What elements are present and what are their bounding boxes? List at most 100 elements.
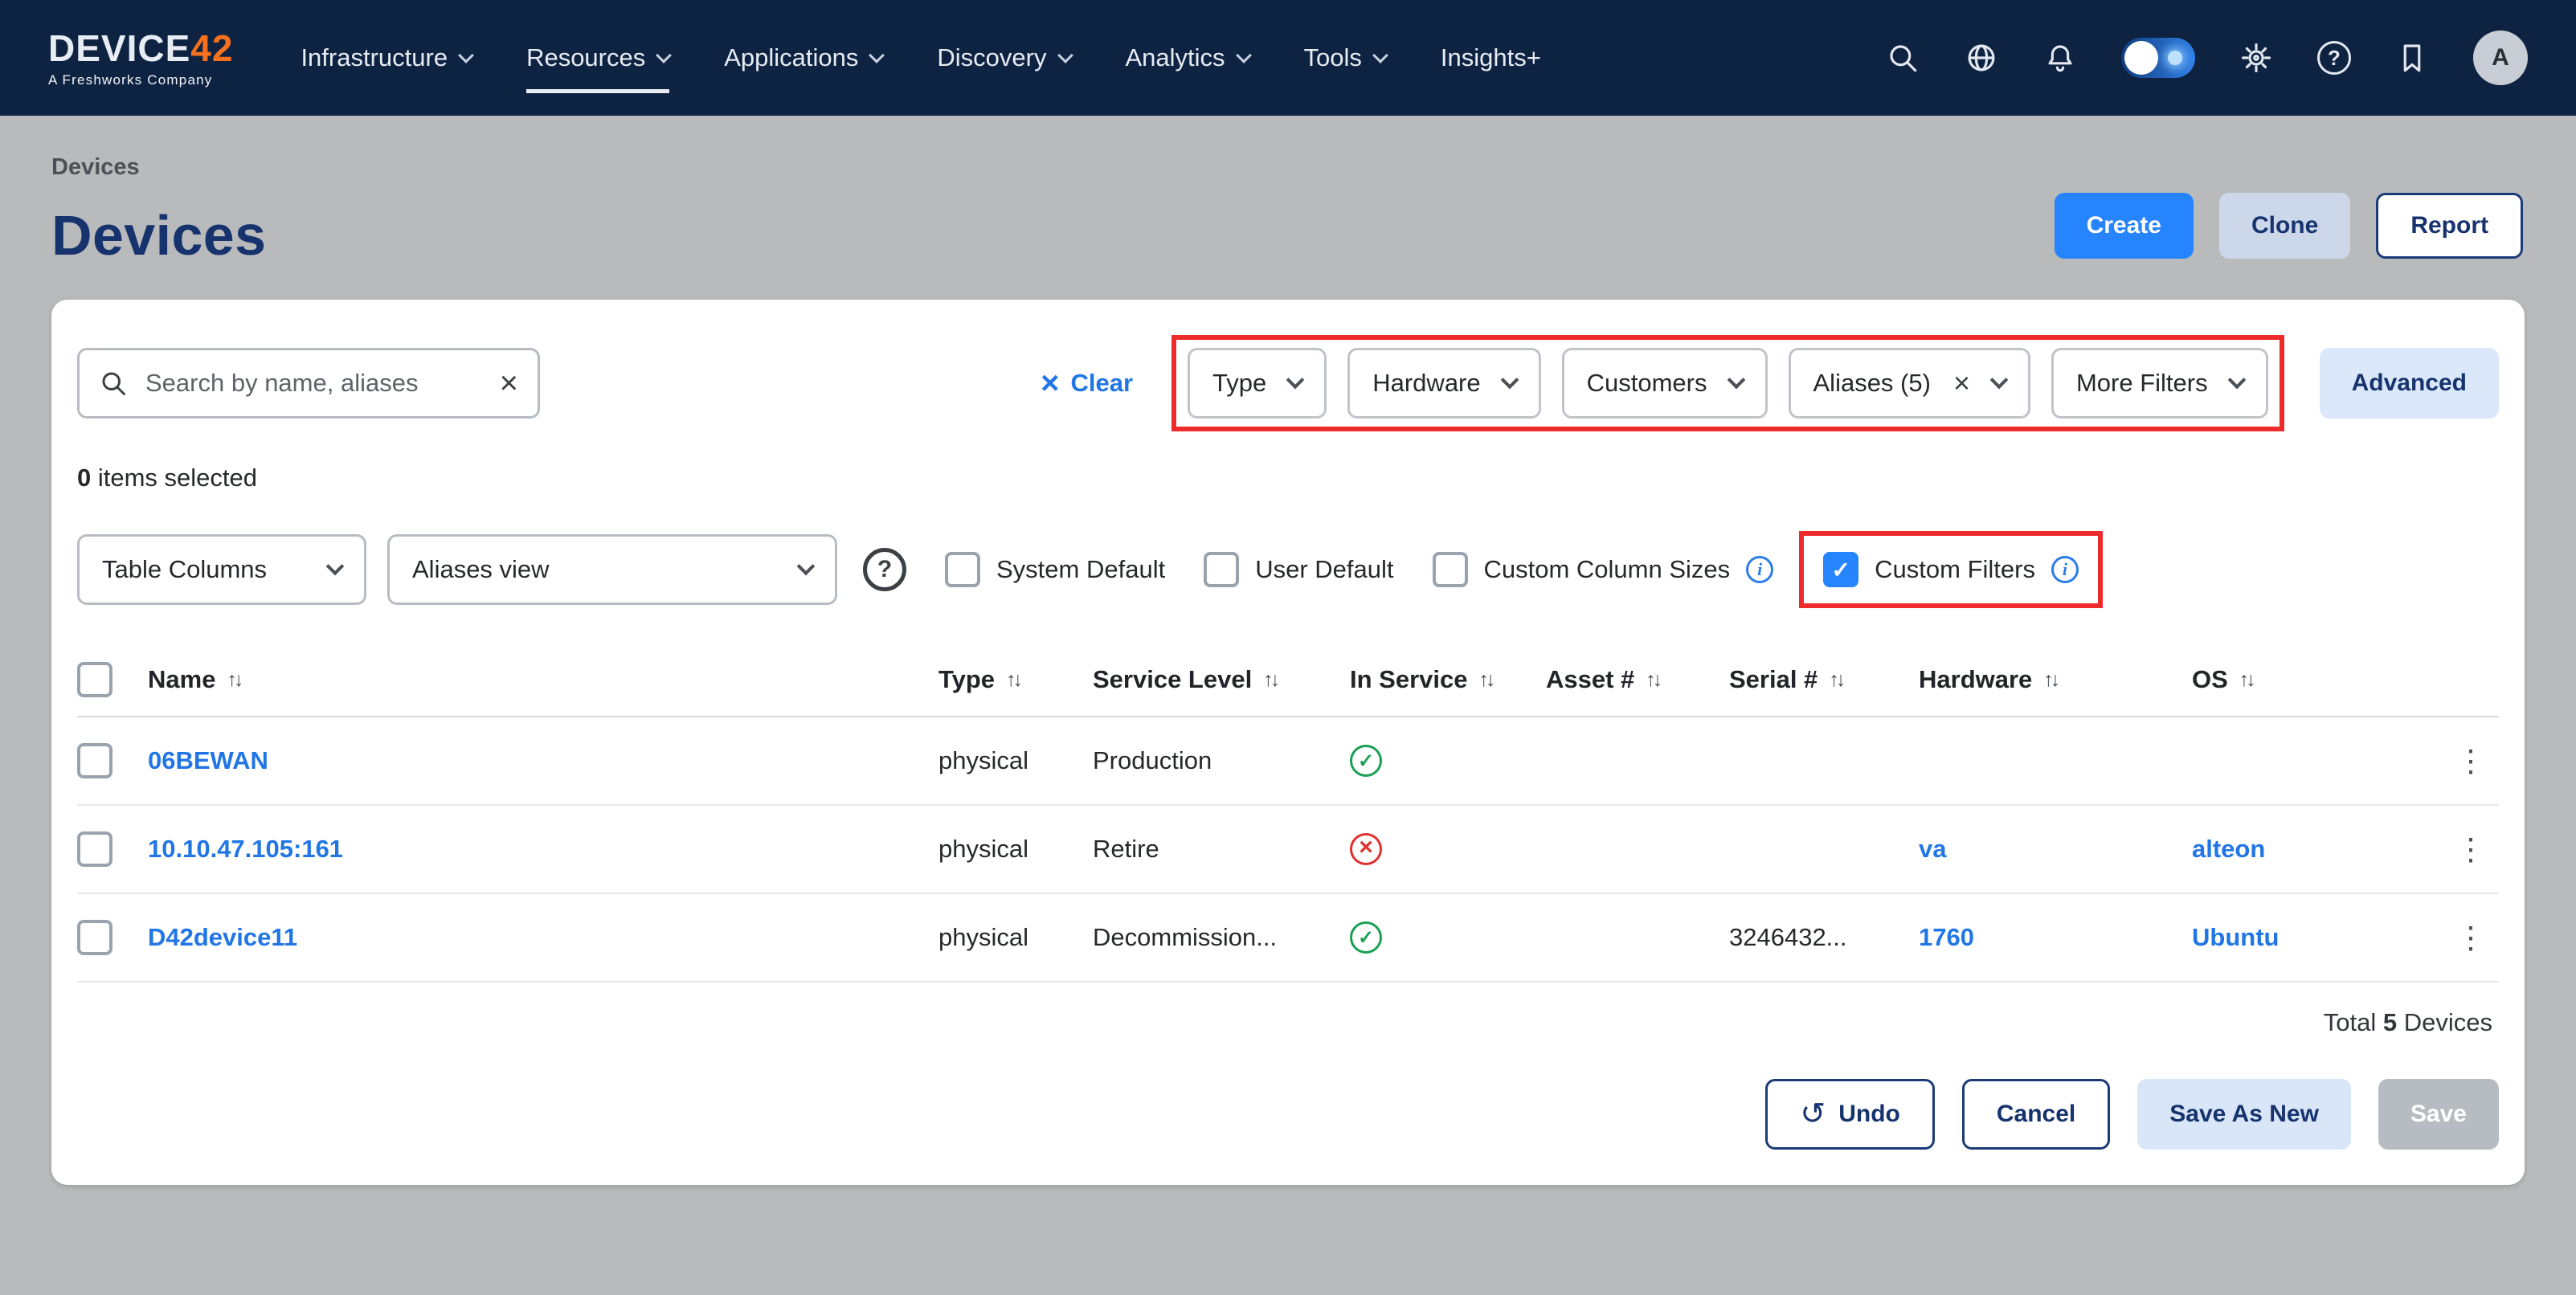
row-actions-kebab-icon[interactable]: ⋮	[2443, 743, 2499, 779]
chevron-down-icon	[1727, 371, 1745, 390]
sort-icon[interactable]: ↑↓	[1646, 668, 1659, 692]
header-actions: Create Clone Report	[2055, 193, 2523, 259]
gear-icon[interactable]	[2239, 40, 2274, 76]
chevron-down-icon	[1500, 371, 1519, 390]
save-as-new-button[interactable]: Save As New	[2137, 1079, 2351, 1150]
column-header-in-service[interactable]: In Service↑↓	[1350, 665, 1546, 694]
sort-icon[interactable]: ↑↓	[1006, 668, 1020, 692]
in-service-no-icon	[1350, 833, 1382, 865]
hardware-link[interactable]: va	[1919, 835, 1946, 864]
user-avatar[interactable]: A	[2473, 31, 2528, 85]
globe-icon[interactable]	[1964, 40, 1999, 76]
table-header-row: Name↑↓ Type↑↓ Service Level↑↓ In Service…	[77, 643, 2499, 717]
sort-icon[interactable]: ↑↓	[2239, 668, 2253, 692]
nav-item-infrastructure[interactable]: Infrastructure	[301, 37, 472, 79]
column-header-asset[interactable]: Asset #↑↓	[1546, 665, 1729, 694]
logo-text: DEVICE42	[48, 30, 233, 67]
view-controls-row: Table Columns Aliases view ? System Defa…	[77, 531, 2499, 608]
search-clear-icon[interactable]: ×	[500, 367, 518, 399]
report-button[interactable]: Report	[2376, 193, 2523, 259]
nav-item-discovery[interactable]: Discovery	[937, 37, 1070, 79]
column-header-serial[interactable]: Serial #↑↓	[1729, 665, 1919, 694]
remove-filter-icon[interactable]: ×	[1953, 369, 1970, 398]
hardware-link[interactable]: 1760	[1919, 923, 1974, 952]
undo-button[interactable]: ↺ Undo	[1765, 1079, 1934, 1150]
nav-item-tools[interactable]: Tools	[1304, 37, 1386, 79]
breadcrumb[interactable]: Devices	[51, 154, 2525, 181]
select-all-checkbox[interactable]	[77, 662, 112, 697]
device42-logo[interactable]: DEVICE42 A Freshworks Company	[48, 30, 233, 87]
cancel-button[interactable]: Cancel	[1962, 1079, 2110, 1150]
chevron-down-icon	[326, 558, 345, 576]
checkbox-checked[interactable]	[1823, 552, 1858, 587]
device-name-link[interactable]: D42device11	[148, 923, 297, 952]
logo-42: 42	[190, 27, 233, 69]
checkbox[interactable]	[1204, 552, 1239, 587]
table-row: 10.10.47.105:161 physical Retire va alte…	[77, 806, 2499, 894]
sort-icon[interactable]: ↑↓	[1829, 668, 1842, 692]
row-checkbox[interactable]	[77, 920, 112, 955]
theme-toggle[interactable]	[2121, 38, 2195, 78]
checkbox-custom-filters[interactable]: Custom Filters i	[1823, 552, 2079, 587]
row-actions-kebab-icon[interactable]: ⋮	[2443, 831, 2499, 868]
column-header-service-level[interactable]: Service Level↑↓	[1093, 665, 1350, 694]
row-checkbox[interactable]	[77, 831, 112, 867]
device-type: physical	[938, 746, 1028, 775]
bell-icon[interactable]	[2042, 40, 2078, 76]
os-link[interactable]: Ubuntu	[2192, 923, 2279, 952]
advanced-button[interactable]: Advanced	[2320, 348, 2499, 419]
nav-item-resources[interactable]: Resources	[526, 37, 669, 79]
nav-item-analytics[interactable]: Analytics	[1126, 37, 1249, 79]
help-icon[interactable]: ?	[2317, 41, 2351, 75]
checkbox-user-default[interactable]: User Default	[1204, 552, 1393, 587]
create-button[interactable]: Create	[2055, 193, 2194, 259]
filter-chip-hardware[interactable]: Hardware	[1347, 348, 1540, 419]
filter-chip-customers[interactable]: Customers	[1562, 348, 1768, 419]
sort-icon[interactable]: ↑↓	[1263, 668, 1277, 692]
toggle-knob	[2124, 41, 2158, 75]
row-checkbox[interactable]	[77, 743, 112, 778]
os-link[interactable]: alteon	[2192, 835, 2265, 864]
page: DEVICE42 A Freshworks Company Infrastruc…	[0, 0, 2576, 1295]
nav-item-insights[interactable]: Insights+	[1441, 37, 1541, 79]
column-header-type[interactable]: Type↑↓	[938, 665, 1093, 694]
devices-table: Name↑↓ Type↑↓ Service Level↑↓ In Service…	[77, 643, 2499, 982]
checkbox[interactable]	[1433, 552, 1468, 587]
checkbox[interactable]	[945, 552, 980, 587]
main-nav: Infrastructure Resources Applications Di…	[301, 37, 1540, 79]
chevron-down-icon	[2227, 371, 2246, 390]
filter-chip-aliases[interactable]: Aliases (5) ×	[1789, 348, 2030, 419]
total-count: 5	[2383, 1008, 2397, 1036]
device-name-link[interactable]: 10.10.47.105:161	[148, 835, 343, 864]
chevron-down-icon	[1057, 47, 1073, 63]
clear-filters-link[interactable]: × Clear	[1041, 367, 1133, 399]
checkbox-custom-column-sizes[interactable]: Custom Column Sizes i	[1433, 552, 1774, 587]
column-header-hardware[interactable]: Hardware↑↓	[1919, 665, 2192, 694]
service-level: Retire	[1093, 835, 1159, 864]
sort-icon[interactable]: ↑↓	[1478, 668, 1492, 692]
view-select-dropdown[interactable]: Aliases view	[387, 534, 837, 605]
bookmark-icon[interactable]	[2394, 40, 2430, 76]
search-icon[interactable]	[1885, 40, 1920, 76]
column-header-os[interactable]: OS↑↓	[2192, 665, 2385, 694]
chevron-down-icon	[1990, 371, 2009, 390]
search-input[interactable]	[142, 367, 485, 399]
navbar-right-icons: ? A	[1885, 31, 2528, 85]
row-actions-kebab-icon[interactable]: ⋮	[2443, 920, 2499, 956]
column-header-name[interactable]: Name↑↓	[148, 665, 938, 694]
search-icon	[99, 369, 128, 398]
info-icon[interactable]: i	[2051, 556, 2079, 583]
filter-chip-type[interactable]: Type	[1188, 348, 1327, 419]
checkbox-system-default[interactable]: System Default	[945, 552, 1165, 587]
in-service-yes-icon	[1350, 745, 1382, 777]
filter-chip-more-filters[interactable]: More Filters	[2051, 348, 2268, 419]
sort-icon[interactable]: ↑↓	[227, 668, 240, 692]
sort-icon[interactable]: ↑↓	[2043, 668, 2057, 692]
nav-item-applications[interactable]: Applications	[724, 37, 882, 79]
search-box: ×	[77, 348, 540, 419]
info-icon[interactable]: i	[1746, 556, 1773, 583]
table-columns-dropdown[interactable]: Table Columns	[77, 534, 366, 605]
clone-button[interactable]: Clone	[2219, 193, 2350, 259]
view-help-icon[interactable]: ?	[863, 548, 906, 591]
device-name-link[interactable]: 06BEWAN	[148, 746, 268, 775]
